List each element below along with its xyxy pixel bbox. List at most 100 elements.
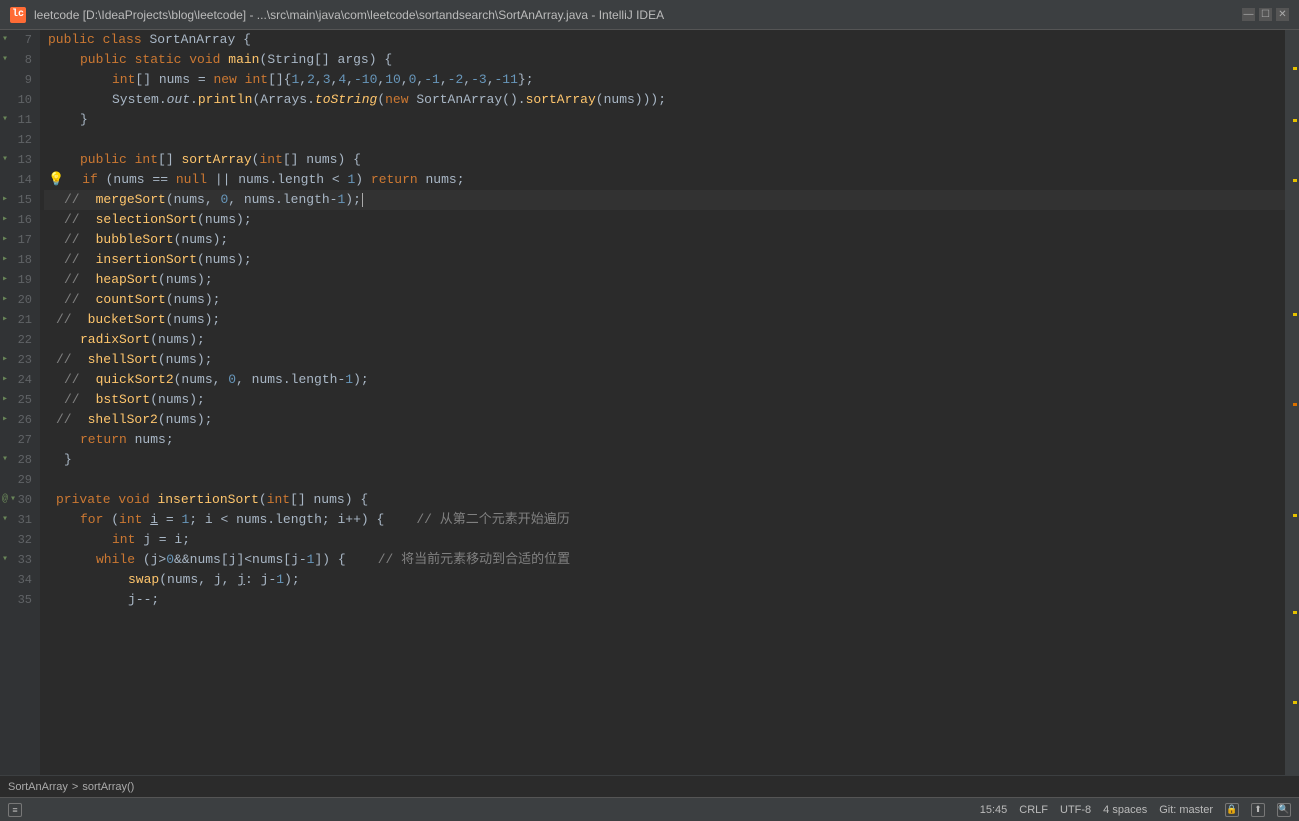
status-icon-lock: 🔒 bbox=[1225, 803, 1239, 817]
code-line-35: j--; bbox=[44, 590, 1285, 610]
fold-icon-7: ▾ bbox=[2, 30, 8, 50]
line-num-32: 32 bbox=[0, 530, 40, 550]
fold-icon-8: ▾ bbox=[2, 50, 8, 70]
code-line-14: 💡 if (nums == null || nums.length < 1) r… bbox=[44, 170, 1285, 190]
line-num-14: 14 bbox=[0, 170, 40, 190]
code-line-25: // bstSort(nums); bbox=[44, 390, 1285, 410]
code-line-13: public int[] sortArray(int[] nums) { bbox=[44, 150, 1285, 170]
scroll-marker-b bbox=[1293, 119, 1297, 122]
line-num-9: 9 bbox=[0, 70, 40, 90]
code-line-11: } bbox=[44, 110, 1285, 130]
line-num-18: ▸ 18 bbox=[0, 250, 40, 270]
breadcrumb-separator: > bbox=[72, 781, 78, 793]
fold-icon-19: ▸ bbox=[2, 270, 8, 290]
code-line-18: // insertionSort(nums); bbox=[44, 250, 1285, 270]
minimize-button[interactable]: — bbox=[1242, 8, 1255, 21]
app-icon: lc bbox=[10, 7, 26, 23]
fold-icon-21: ▸ bbox=[2, 310, 8, 330]
maximize-button[interactable]: ☐ bbox=[1259, 8, 1272, 21]
scroll-marker-h bbox=[1293, 701, 1297, 704]
line-num-33: ▾ 33 bbox=[0, 550, 40, 570]
status-icon-search: 🔍 bbox=[1277, 803, 1291, 817]
statusbar-charset: UTF-8 bbox=[1060, 804, 1091, 816]
line-num-8: ▾ 8 bbox=[0, 50, 40, 70]
scroll-marker-d bbox=[1293, 313, 1297, 316]
fold-icon-15: ▸ bbox=[2, 190, 8, 210]
line-num-20: ▸ 20 bbox=[0, 290, 40, 310]
cursor bbox=[362, 193, 363, 207]
line-num-26: ▸ 26 bbox=[0, 410, 40, 430]
scrollbar-track[interactable] bbox=[1285, 30, 1299, 775]
code-area[interactable]: ▾ 7 ▾ 8 9 10 ▾ 11 12 bbox=[0, 30, 1299, 797]
scroll-marker-a bbox=[1293, 67, 1297, 70]
statusbar-left: ≡ bbox=[8, 803, 22, 817]
fold-icon-18: ▸ bbox=[2, 250, 8, 270]
code-line-15[interactable]: // mergeSort(nums, 0, nums.length-1); bbox=[44, 190, 1285, 210]
code-line-32: int j = i; bbox=[44, 530, 1285, 550]
line-num-31: ▾ 31 bbox=[0, 510, 40, 530]
breadcrumb-class: SortAnArray bbox=[8, 781, 68, 793]
code-line-22: radixSort(nums); bbox=[44, 330, 1285, 350]
code-line-26: // shellSor2(nums); bbox=[44, 410, 1285, 430]
code-line-19: // heapSort(nums); bbox=[44, 270, 1285, 290]
fold-icon-11: ▾ bbox=[2, 110, 8, 130]
line-num-15: ▸ 15 bbox=[0, 190, 40, 210]
fold-icon-20: ▸ bbox=[2, 290, 8, 310]
line-num-16: ▸ 16 bbox=[0, 210, 40, 230]
fold-icon-17: ▸ bbox=[2, 230, 8, 250]
code-line-23: // shellSort(nums); bbox=[44, 350, 1285, 370]
code-line-20: // countSort(nums); bbox=[44, 290, 1285, 310]
fold-icon-28: ▾ bbox=[2, 450, 8, 470]
code-line-33: while (j>0&&nums[j]<nums[j-1]) { // 将当前元… bbox=[44, 550, 1285, 570]
statusbar-vcs: Git: master bbox=[1159, 804, 1213, 816]
line-num-7: ▾ 7 bbox=[0, 30, 40, 50]
line-num-10: 10 bbox=[0, 90, 40, 110]
code-lines: ▾ 7 ▾ 8 9 10 ▾ 11 12 bbox=[0, 30, 1299, 775]
fold-icon-13: ▾ bbox=[2, 150, 8, 170]
code-line-12 bbox=[44, 130, 1285, 150]
code-line-34: swap(nums, j, j: j-1); bbox=[44, 570, 1285, 590]
line-num-23: ▸ 23 bbox=[0, 350, 40, 370]
code-line-16: // selectionSort(nums); bbox=[44, 210, 1285, 230]
code-line-9: int[] nums = new int[]{1,2,3,4,-10,10,0,… bbox=[44, 70, 1285, 90]
code-line-27: return nums; bbox=[44, 430, 1285, 450]
line-num-12: 12 bbox=[0, 130, 40, 150]
bulb-icon-14: 💡 bbox=[48, 170, 64, 190]
scroll-marker-e bbox=[1293, 403, 1297, 406]
line-num-27: 27 bbox=[0, 430, 40, 450]
code-line-17: // bubbleSort(nums); bbox=[44, 230, 1285, 250]
fold-icon-23: ▸ bbox=[2, 350, 8, 370]
line-num-28: ▾ 28 bbox=[0, 450, 40, 470]
statusbar: ≡ 15:45 CRLF UTF-8 4 spaces Git: master … bbox=[0, 797, 1299, 821]
fold-icon-16: ▸ bbox=[2, 210, 8, 230]
line-num-25: ▸ 25 bbox=[0, 390, 40, 410]
statusbar-indent: 4 spaces bbox=[1103, 804, 1147, 816]
code-line-30: private void insertionSort(int[] nums) { bbox=[44, 490, 1285, 510]
code-line-10: System.out.println(Arrays.toString(new S… bbox=[44, 90, 1285, 110]
line-num-17: ▸ 17 bbox=[0, 230, 40, 250]
code-line-28: } bbox=[44, 450, 1285, 470]
line-num-34: 34 bbox=[0, 570, 40, 590]
scroll-marker-f bbox=[1293, 514, 1297, 517]
fold-icon-30: ▾ bbox=[10, 490, 16, 510]
scroll-marker-g bbox=[1293, 611, 1297, 614]
code-content[interactable]: public class SortAnArray { public static… bbox=[40, 30, 1285, 775]
line-num-35: 35 bbox=[0, 590, 40, 610]
fold-icon-24: ▸ bbox=[2, 370, 8, 390]
titlebar: lc leetcode [D:\IdeaProjects\blog\leetco… bbox=[0, 0, 1299, 30]
line-num-22: 22 bbox=[0, 330, 40, 350]
annotation-icon-30: @ bbox=[2, 490, 8, 510]
fold-icon-25: ▸ bbox=[2, 390, 8, 410]
scroll-marker-c bbox=[1293, 179, 1297, 182]
code-line-7: public class SortAnArray { bbox=[44, 30, 1285, 50]
close-button[interactable]: ✕ bbox=[1276, 8, 1289, 21]
editor-container: ▾ 7 ▾ 8 9 10 ▾ 11 12 bbox=[0, 30, 1299, 797]
status-icon-share: ⬆ bbox=[1251, 803, 1265, 817]
breadcrumb-method: sortArray() bbox=[82, 781, 134, 793]
line-numbers: ▾ 7 ▾ 8 9 10 ▾ 11 12 bbox=[0, 30, 40, 775]
line-num-13: ▾ 13 bbox=[0, 150, 40, 170]
line-num-29: 29 bbox=[0, 470, 40, 490]
titlebar-left: lc leetcode [D:\IdeaProjects\blog\leetco… bbox=[10, 7, 664, 23]
titlebar-controls[interactable]: — ☐ ✕ bbox=[1242, 8, 1289, 21]
statusbar-encoding: CRLF bbox=[1019, 804, 1048, 816]
